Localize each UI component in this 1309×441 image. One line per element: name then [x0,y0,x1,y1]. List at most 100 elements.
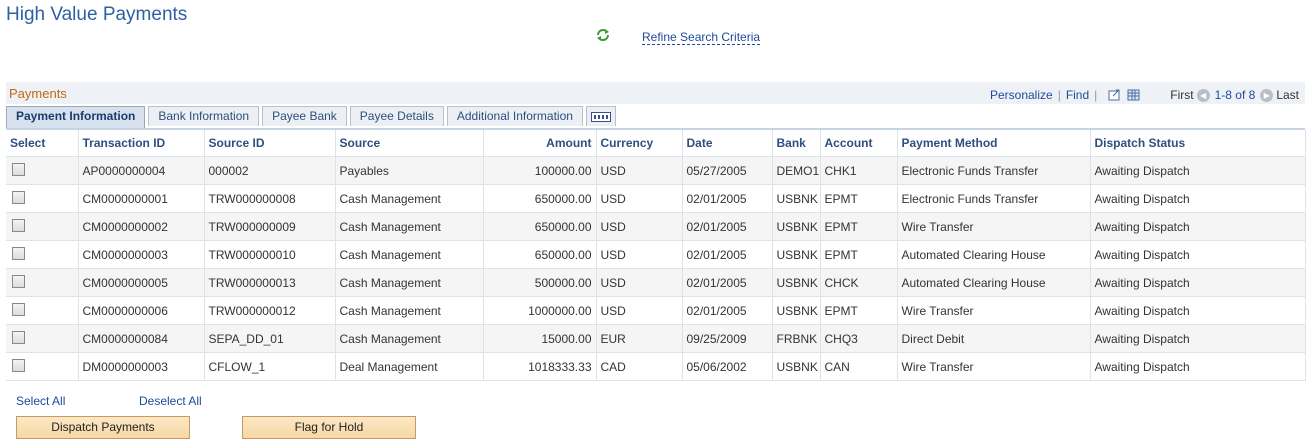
column-header[interactable]: Currency [596,130,683,157]
cell-amount: 650000.00 [483,212,597,241]
cell-date: 02/01/2005 [682,212,773,241]
cell-source: Payables [335,156,484,185]
show-all-columns-icon[interactable] [585,106,616,126]
cell-bank: USBNK [772,268,821,297]
cell-bank: USBNK [772,240,821,269]
row-select-checkbox[interactable] [12,274,25,288]
tab-payment-information[interactable]: Payment Information [6,106,146,128]
row-select-checkbox[interactable] [12,302,25,316]
table-header-row: Select Transaction ID Source ID Source A… [6,130,1306,157]
column-header[interactable]: Payment Method [897,130,1091,157]
row-select-checkbox[interactable] [12,190,25,204]
select-cell [6,296,79,325]
view-all-icon[interactable] [1108,89,1121,101]
personalize-link[interactable]: Personalize [990,88,1053,102]
cell-amount: 15000.00 [483,324,597,353]
refresh-icon[interactable] [595,27,611,43]
cell-account: EPMT [820,212,898,241]
cell-source: Cash Management [335,212,484,241]
column-header[interactable]: Transaction ID [78,130,205,157]
column-header[interactable]: Date [682,130,773,157]
cell-currency: USD [596,156,683,185]
cell-date: 02/01/2005 [682,240,773,269]
deselect-all-link[interactable]: Deselect All [139,394,202,408]
payments-table: Select Transaction ID Source ID Source A… [6,128,1306,381]
cell-source-id: CFLOW_1 [204,352,336,381]
table-row: CM0000000003 TRW000000010 Cash Management 6… [6,240,1306,269]
cell-source-id: TRW000000010 [204,240,336,269]
first-label: First [1170,88,1194,102]
cell-source-id: TRW000000008 [204,184,336,213]
column-header[interactable]: Source [335,130,484,157]
cell-source: Cash Management [335,268,484,297]
row-select-checkbox[interactable] [12,330,25,344]
cell-method: Automated Clearing House [897,268,1091,297]
select-cell [6,240,79,269]
previous-arrow-icon[interactable]: ◀ [1196,88,1210,102]
row-select-checkbox[interactable] [12,358,25,372]
column-header[interactable]: Dispatch Status [1090,130,1306,157]
tab-bank-information[interactable]: Bank Information [148,106,260,126]
table-row: CM0000000084 SEPA_DD_01 Cash Management 150… [6,324,1306,353]
cell-amount: 100000.00 [483,156,597,185]
cell-amount: 1018333.33 [483,352,597,381]
grid-tools: Personalize | Find | First ◀ 1-8 of 8 ▶ … [990,88,1299,102]
tab-payee-bank[interactable]: Payee Bank [262,106,347,126]
next-arrow-icon[interactable]: ▶ [1260,88,1274,102]
tab-payee-details[interactable]: Payee Details [349,106,444,126]
tab-additional-information[interactable]: Additional Information [446,106,583,126]
cell-source: Cash Management [335,296,484,325]
cell-source-id: TRW000000012 [204,296,336,325]
column-header[interactable]: Amount [483,130,597,157]
last-label: Last [1276,88,1299,102]
cell-source: Cash Management [335,184,484,213]
table-row: CM0000000001 TRW000000008 Cash Management 6… [6,184,1306,213]
grid-title: Payments [9,86,67,101]
row-select-checkbox[interactable] [12,218,25,232]
cell-amount: 500000.00 [483,268,597,297]
select-cell [6,324,79,353]
cell-account: CHQ3 [820,324,898,353]
cell-bank: FRBNK [772,324,821,353]
cell-method: Automated Clearing House [897,240,1091,269]
cell-transaction-id: DM0000000003 [78,352,205,381]
cell-status: Awaiting Dispatch [1090,240,1306,269]
page-title: High Value Payments [6,4,188,25]
cell-method: Direct Debit [897,324,1091,353]
cell-status: Awaiting Dispatch [1090,324,1306,353]
column-header[interactable]: Account [820,130,898,157]
cell-bank: USBNK [772,352,821,381]
cell-transaction-id: CM0000000005 [78,268,205,297]
cell-source: Cash Management [335,324,484,353]
cell-source-id: 000002 [204,156,336,185]
flag-for-hold-button[interactable]: Flag for Hold [242,416,416,439]
cell-account: CHK1 [820,156,898,185]
column-header[interactable]: Source ID [204,130,336,157]
column-header[interactable]: Bank [772,130,821,157]
cell-status: Awaiting Dispatch [1090,184,1306,213]
cell-status: Awaiting Dispatch [1090,296,1306,325]
row-select-checkbox[interactable] [12,246,25,260]
cell-source-id: TRW000000009 [204,212,336,241]
select-all-link[interactable]: Select All [16,394,65,408]
download-grid-icon[interactable] [1127,89,1140,101]
table-row: DM0000000003 CFLOW_1 Deal Management 101833… [6,352,1306,381]
find-link[interactable]: Find [1066,88,1089,102]
cell-transaction-id: CM0000000001 [78,184,205,213]
cell-account: EPMT [820,184,898,213]
cell-transaction-id: CM0000000002 [78,212,205,241]
cell-currency: USD [596,296,683,325]
select-cell [6,212,79,241]
cell-amount: 1000000.00 [483,296,597,325]
cell-method: Wire Transfer [897,352,1091,381]
dispatch-payments-button[interactable]: Dispatch Payments [16,416,190,439]
show-all-columns-glyph [590,111,611,122]
cell-status: Awaiting Dispatch [1090,156,1306,185]
table-row: CM0000000002 TRW000000009 Cash Management 6… [6,212,1306,241]
cell-transaction-id: AP0000000004 [78,156,205,185]
refine-search-link[interactable]: Refine Search Criteria [642,30,761,45]
select-cell [6,268,79,297]
tab-bar: Payment Information Bank Information Pay… [6,106,616,128]
cell-date: 05/06/2002 [682,352,773,381]
row-select-checkbox[interactable] [12,162,25,176]
